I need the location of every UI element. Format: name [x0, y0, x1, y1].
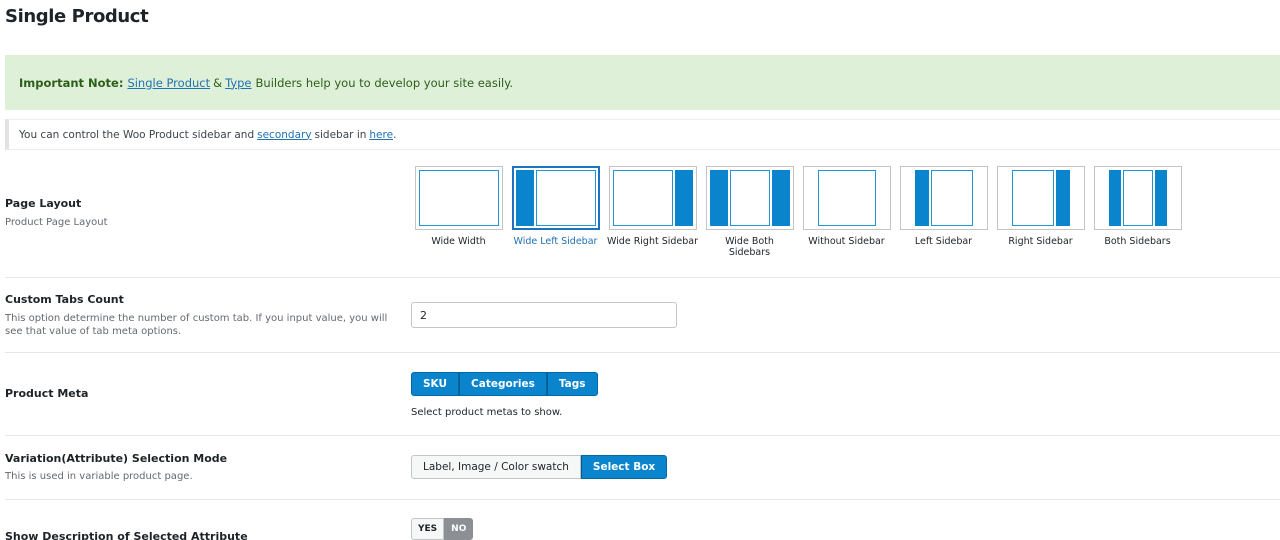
layout-wide-left-sidebar[interactable]: Wide Left Sidebar — [507, 166, 604, 258]
meta-categories-button[interactable]: Categories — [459, 372, 547, 396]
layout-wide-both-sidebars-preview — [705, 166, 794, 230]
toggle-no[interactable]: NO — [444, 518, 474, 540]
layout-right-sidebar-preview — [996, 166, 1085, 230]
layout-option-label: Wide Both Sidebars — [725, 236, 774, 258]
variation-select-box-button[interactable]: Select Box — [580, 455, 668, 479]
secondary-link[interactable]: secondary — [257, 129, 311, 141]
layout-option-label: Wide Right Sidebar — [606, 236, 699, 247]
layout-wide-width[interactable]: Wide Width — [410, 166, 507, 258]
here-link[interactable]: here — [369, 129, 393, 141]
divider — [5, 352, 1280, 353]
layout-option-label: Wide Left Sidebar — [513, 236, 598, 247]
page-layout-options: Wide Width Wide Left Sidebar Wide Right … — [410, 166, 1186, 258]
notice-label: Important Note: — [19, 75, 124, 90]
type-link[interactable]: Type — [225, 76, 251, 90]
info-text-1: You can control the Woo Product sidebar … — [19, 128, 255, 141]
info-text-3: . — [393, 128, 397, 141]
layout-without-sidebar[interactable]: Without Sidebar — [798, 166, 895, 258]
layout-wide-right-sidebar[interactable]: Wide Right Sidebar — [604, 166, 701, 258]
product-meta-label: Product Meta — [5, 387, 89, 400]
sidebar-info-notice: You can control the Woo Product sidebar … — [5, 119, 1280, 150]
meta-tags-button[interactable]: Tags — [546, 372, 598, 396]
divider — [5, 499, 1280, 500]
info-text-2: sidebar in — [314, 128, 367, 141]
page-layout-label: Page Layout — [5, 197, 82, 210]
single-product-link[interactable]: Single Product — [127, 76, 210, 90]
product-meta-hint: Select product metas to show. — [411, 407, 563, 418]
layout-left-sidebar[interactable]: Left Sidebar — [895, 166, 992, 258]
layout-option-label: Without Sidebar — [808, 236, 885, 247]
page-layout-description: Product Page Layout — [5, 217, 108, 228]
divider — [5, 277, 1280, 278]
layout-wide-both-sidebars[interactable]: Wide Both Sidebars — [701, 166, 798, 258]
layout-left-sidebar-preview — [899, 166, 988, 230]
layout-option-label: Left Sidebar — [914, 236, 973, 247]
layout-wide-width-preview — [414, 166, 503, 230]
layout-option-label: Both Sidebars — [1104, 236, 1171, 247]
layout-option-label: Wide Width — [431, 236, 486, 247]
layout-wide-right-sidebar-preview — [608, 166, 697, 230]
layout-both-sidebars[interactable]: Both Sidebars — [1089, 166, 1186, 258]
layout-both-sidebars-preview — [1093, 166, 1182, 230]
page-title: Single Product — [5, 6, 149, 27]
layout-right-sidebar[interactable]: Right Sidebar — [992, 166, 1089, 258]
show-description-toggle[interactable]: YES NO — [411, 518, 474, 540]
layout-option-label: Right Sidebar — [1008, 236, 1073, 247]
divider — [5, 435, 1280, 436]
toggle-yes[interactable]: YES — [411, 518, 445, 540]
product-meta-buttons: SKU Categories Tags — [411, 372, 598, 396]
important-note-notice: Important Note: Single Product & Type Bu… — [5, 55, 1280, 110]
custom-tabs-count-input[interactable] — [411, 302, 677, 328]
variation-mode-description: This is used in variable product page. — [5, 471, 193, 482]
show-description-label: Show Description of Selected Attribute — [5, 530, 248, 540]
custom-tabs-description: This option determine the number of cust… — [5, 313, 388, 337]
notice-ampersand: & — [213, 75, 223, 90]
variation-mode-label: Variation(Attribute) Selection Mode — [5, 452, 228, 465]
variation-swatch-button[interactable]: Label, Image / Color swatch — [411, 455, 581, 479]
notice-text: Builders help you to develop your site e… — [255, 75, 514, 90]
layout-without-sidebar-preview — [802, 166, 891, 230]
meta-sku-button[interactable]: SKU — [411, 372, 460, 396]
custom-tabs-label: Custom Tabs Count — [5, 293, 124, 306]
layout-wide-left-sidebar-preview — [511, 166, 600, 230]
variation-mode-buttons: Label, Image / Color swatch Select Box — [411, 455, 668, 479]
